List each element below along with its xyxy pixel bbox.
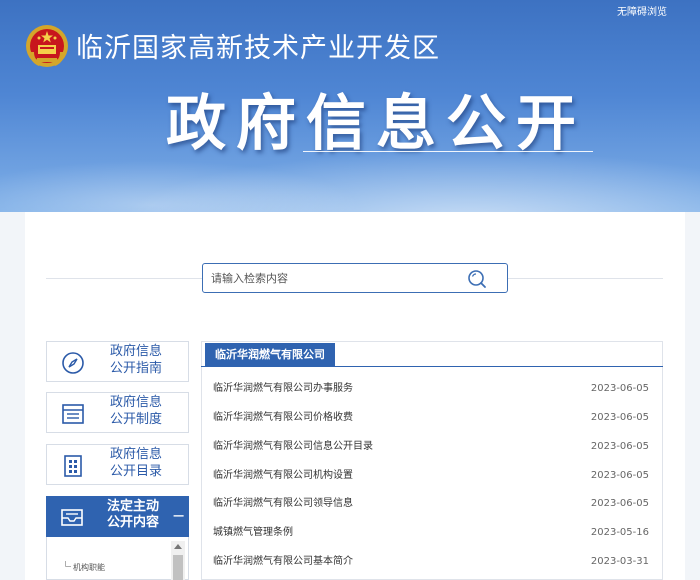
sidebar-item-label: 公开指南 [109, 361, 162, 376]
sidebar-item-label: 政府信息 [109, 395, 162, 410]
list-item-date: 2023-06-05 [590, 383, 649, 394]
sidebar-item-active-content[interactable]: 法定主动 公开内容 − [46, 496, 189, 537]
sidebar-item-system[interactable]: 政府信息 公开制度 [46, 392, 189, 433]
search-divider-right [508, 278, 663, 279]
list-item-date: 2023-05-16 [590, 527, 649, 538]
list-item[interactable]: 城镇燃气管理条例 2023-05-16 [213, 523, 653, 543]
list-item-title[interactable]: 临沂华润燃气有限公司机构设置 [213, 466, 353, 486]
list-item-title[interactable]: 临沂华润燃气有限公司办事服务 [213, 379, 353, 399]
search-icon[interactable] [467, 269, 487, 289]
title-underline [303, 151, 593, 152]
sidebar-item-label: 法定主动 [106, 499, 159, 514]
sidebar-item-label: 政府信息 [109, 447, 162, 462]
search-input[interactable] [203, 265, 453, 291]
list-item[interactable]: 临沂华润燃气有限公司领导信息 2023-06-05 [213, 494, 653, 514]
collapse-toggle[interactable]: − [172, 508, 185, 524]
grid-list-icon [64, 455, 82, 477]
list-item-title[interactable]: 临沂华润燃气有限公司价格收费 [213, 408, 353, 428]
sidebar-item-catalog[interactable]: 政府信息 公开目录 [46, 444, 189, 485]
list-item-title[interactable]: 临沂华润燃气有限公司信息公开目录 [213, 437, 373, 457]
scroll-thumb[interactable] [173, 555, 183, 580]
list-item[interactable]: 临沂华润燃气有限公司基本简介 2023-03-31 [213, 552, 653, 572]
sidebar-item-label: 政府信息 [109, 344, 162, 359]
search-bar [202, 263, 508, 293]
list-item-title[interactable]: 临沂华润燃气有限公司基本简介 [213, 552, 353, 572]
list-item[interactable]: 临沂华润燃气有限公司办事服务 2023-06-05 [213, 379, 653, 399]
sidebar-item-label: 公开内容 [106, 515, 159, 530]
inbox-icon [61, 509, 83, 526]
scroll-up-icon[interactable] [174, 544, 182, 549]
search-divider-left [46, 278, 202, 279]
sidebar-item-guide[interactable]: 政府信息 公开指南 [46, 341, 189, 382]
list-item-title[interactable]: 临沂华润燃气有限公司领导信息 [213, 494, 353, 514]
list-item-date: 2023-03-31 [590, 556, 649, 567]
list-item[interactable]: 临沂华润燃气有限公司价格收费 2023-06-05 [213, 408, 653, 428]
list-item[interactable]: 临沂华润燃气有限公司信息公开目录 2023-06-05 [213, 437, 653, 457]
banner-title: 政府信息公开 [166, 89, 586, 159]
list-item-date: 2023-06-05 [590, 470, 649, 481]
national-emblem-icon [26, 25, 68, 67]
article-list-panel [201, 341, 663, 580]
list-item-date: 2023-06-05 [590, 412, 649, 423]
sidebar-submenu: 机构职能 [46, 537, 189, 580]
list-item[interactable]: 临沂华润燃气有限公司机构设置 2023-06-05 [213, 466, 653, 486]
sidebar-item-label: 公开制度 [109, 412, 162, 427]
accessibility-link[interactable]: 无障碍浏览 [617, 3, 667, 18]
site-name: 临沂国家高新技术产业开发区 [76, 33, 440, 64]
compass-icon [62, 352, 84, 374]
tab-company[interactable]: 临沂华润燃气有限公司 [205, 343, 335, 367]
list-item-date: 2023-06-05 [590, 498, 649, 509]
folder-tree-icon [65, 561, 71, 567]
article-list-header: 临沂华润燃气有限公司 [201, 341, 663, 367]
submenu-item[interactable]: 机构职能 [73, 562, 105, 573]
sidebar-item-label: 公开目录 [109, 464, 162, 479]
list-item-date: 2023-06-05 [590, 441, 649, 452]
list-item-title[interactable]: 城镇燃气管理条例 [213, 523, 293, 543]
submenu-scrollbar[interactable] [171, 541, 185, 580]
document-list-icon [62, 404, 84, 424]
